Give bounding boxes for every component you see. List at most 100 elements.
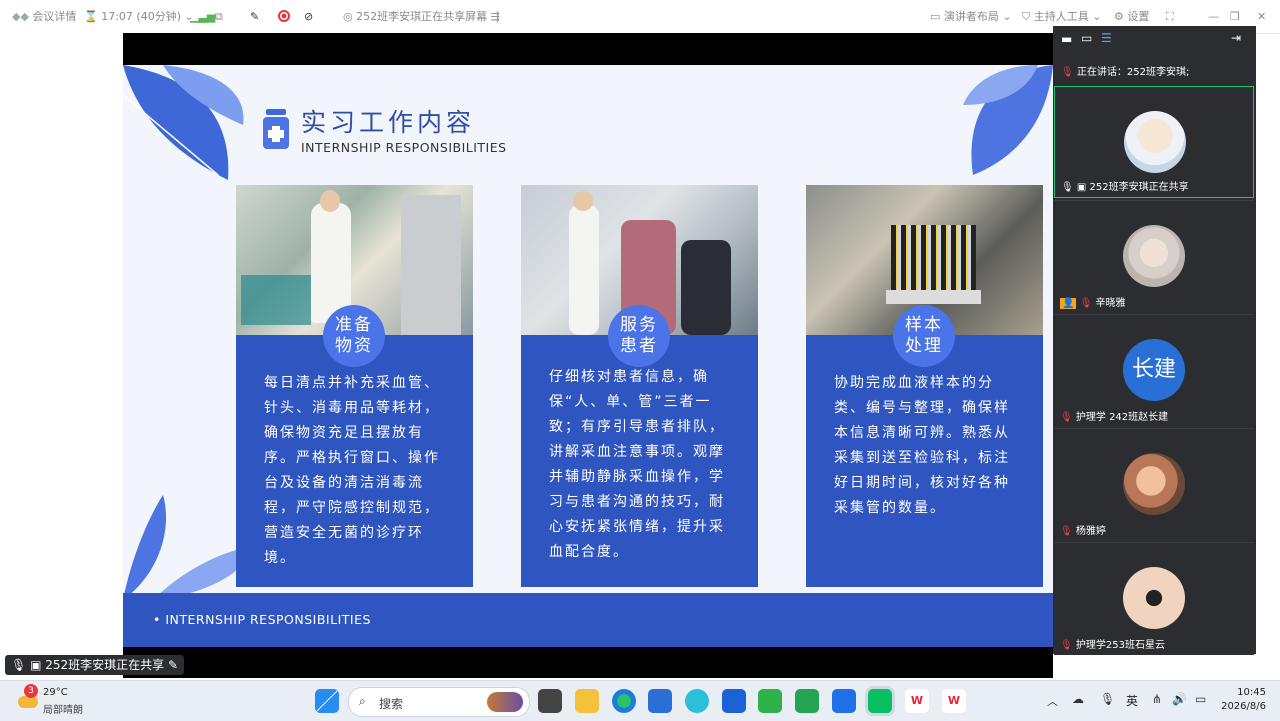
wechat-icon[interactable] [868,689,892,713]
shield-icon: ⛉ [1022,10,1031,23]
presentation-slide: 实习工作内容 INTERNSHIP RESPONSIBILITIES 每日清点并… [123,65,1053,647]
chevron-down-icon: ⌄ [1092,10,1102,23]
panel-view-list-icon[interactable]: ☰ [1101,31,1112,45]
card-text: 每日清点并补充采血管、针头、消毒用品等耗材，确保物资充足且摆放有序。严格执行窗口… [264,375,440,566]
close-icon[interactable]: ✕ [1257,9,1266,25]
card-serve-patients: 仔细核对患者信息，确保“人、单、管”三者一致；有序引导患者排队，讲解采血注意事项… [521,335,758,587]
participant-tile[interactable]: 🎙 ▣ 252班李安琪正在共享 [1054,86,1254,198]
badge-line-2: 处理 [905,336,943,356]
sharing-status[interactable]: ◎ 252班李安琪正在共享屏幕 ⇶ [343,9,500,25]
weather-temp: 29°C [43,687,68,698]
record-button[interactable] [278,9,290,25]
settings-label: 设置 [1127,10,1150,23]
participant-name: 🎙 护理学 242班赵长建 [1060,412,1169,423]
store-icon[interactable] [648,689,672,713]
participant-name: 🎙 护理学253班石星云 [1060,640,1165,651]
participant-tile[interactable]: 🎙 护理学253班石星云 [1054,542,1254,655]
card-sample-processing: 协助完成血液样本的分类、编号与整理，确保样本信息清晰可辨。熟悉从采集到送至检验科… [806,335,1043,587]
minimize-icon[interactable]: — [1208,9,1219,25]
share-screen-icon: ◎ [343,10,353,23]
speaker-layout-button[interactable]: ▭ 演讲者布局 ⌄ [930,9,1012,25]
participant-tile[interactable]: 长建 🎙 护理学 242班赵长建 [1054,314,1254,427]
annotate-icon[interactable]: ✎ [250,9,259,25]
hourglass-icon: ⌛ [84,10,98,23]
tencent-meeting-icon[interactable] [832,689,856,713]
mic-muted-icon: 🎙 [1060,412,1073,423]
screen-share-icon: ▣ [30,658,42,672]
weather-widget[interactable]: 3 [16,684,40,712]
mic-speaking-icon: 🎙 [1061,67,1074,78]
sharing-indicator-label: 252班李安琪正在共享 [45,658,165,672]
mic-muted-icon: 🎙 [1060,640,1073,651]
screen-share-icon: ▣ [1076,182,1087,193]
card-prepare-supplies: 每日清点并补充采血管、针头、消毒用品等耗材，确保物资充足且摆放有序。严格执行窗口… [236,335,473,587]
tray-battery-icon[interactable]: ▭ [1195,692,1206,706]
sharing-indicator[interactable]: 🎙 ▣ 252班李安琪正在共享 ✎ [5,655,185,675]
speaking-now: 🎙 正在讲话：252班李安琪; [1061,63,1189,78]
meeting-details-label: 会议详情 [32,10,77,23]
sharing-status-label: 252班李安琪正在共享屏幕 [356,10,488,23]
task-view-icon[interactable] [538,689,562,713]
leaf-decoration-top-right-icon [963,65,1053,175]
fullscreen-icon[interactable]: ⛶ [1166,9,1174,25]
shopping-app-icon[interactable] [758,689,782,713]
edge-ai-icon[interactable] [685,689,709,713]
signal-icon: ▁▃▅ [190,10,216,23]
badge-prepare-supplies: 准备 物资 [323,305,385,367]
participant-tile[interactable]: 🎙 杨雅婷 [1054,428,1254,541]
avatar [1124,111,1186,173]
slide-title: 实习工作内容 [301,108,476,137]
clock-date[interactable]: 2026/8/6 [1206,701,1266,712]
tray-wifi-icon[interactable]: ⋔ [1152,692,1162,706]
record-icon [278,10,290,22]
settings-button[interactable]: ⚙ 设置 [1114,9,1149,25]
participant-tile[interactable]: 👤 🎙 辛晓雅 [1054,200,1254,313]
windows-start-icon[interactable] [315,689,339,713]
weather-sun-icon [18,696,38,708]
panel-view-single-icon[interactable]: ▭ [1081,31,1092,45]
host-badge-icon: 👤 [1060,298,1077,309]
avatar: 长建 [1123,339,1185,401]
mic-icon: 🎙 [11,658,27,672]
letterbox-top [123,33,1053,65]
tray-chevron-up-icon[interactable]: ︿ [1047,693,1058,709]
taskbar-search[interactable]: ⌕ 搜索 [348,687,530,717]
tray-volume-icon[interactable]: 🔊 [1172,692,1187,706]
host-tools-button[interactable]: ⛉ 主持人工具 ⌄ [1022,9,1101,25]
meeting-details-button[interactable]: ◆◆ 会议详情 [12,9,76,25]
file-explorer-icon[interactable] [575,689,599,713]
pencil-icon: ✎ [167,658,179,672]
badge-serve-patients: 服务 患者 [608,305,670,367]
panel-view-minimize-icon[interactable]: ▬ [1061,32,1072,46]
panel-collapse-icon[interactable]: ⇥ [1231,31,1241,45]
edge-browser-icon[interactable] [612,689,636,713]
app-l-icon[interactable] [722,689,746,713]
tray-mic-icon[interactable]: 🎙 [1100,692,1115,706]
avatar [1123,453,1185,515]
search-highlight-icon [487,692,523,712]
participant-name: 👤 🎙 辛晓雅 [1060,298,1126,309]
messaging-app-icon[interactable] [795,689,819,713]
wps-pdf-icon[interactable]: W [942,689,966,713]
mic-muted-icon: 🎙 [1060,526,1073,537]
weather-desc: 局部晴朗 [43,705,83,716]
medicine-bottle-icon [263,109,289,149]
mic-muted-icon: 🎙 [1079,298,1093,309]
slide-subtitle: INTERNSHIP RESPONSIBILITIES [301,140,507,155]
slide-footer-text: • INTERNSHIP RESPONSIBILITIES [153,612,371,627]
ime-indicator[interactable]: 英 [1126,692,1138,709]
speaking-now-label: 正在讲话：252班李安琪; [1076,67,1190,78]
badge-line-1: 准备 [335,315,373,335]
tray-network-icon[interactable]: ☁ [1072,692,1084,706]
pause-lines-icon: ⇶ [490,10,500,23]
badge-line-2: 患者 [620,336,658,356]
restore-icon[interactable]: ❐ [1230,9,1240,25]
wps-icon[interactable]: W [905,689,929,713]
meeting-timer[interactable]: ⌛ 17:07 (40分钟) ⌄ [84,9,194,25]
layout-icon: ▭ [930,10,941,23]
badge-line-2: 物资 [335,336,373,356]
clock-time[interactable]: 10:45 [1222,687,1266,698]
mic-icon: 🎙 [1061,182,1074,193]
hide-view-icon[interactable]: ⊘ [304,9,313,25]
external-window-icon[interactable]: ⧉ [215,9,223,25]
